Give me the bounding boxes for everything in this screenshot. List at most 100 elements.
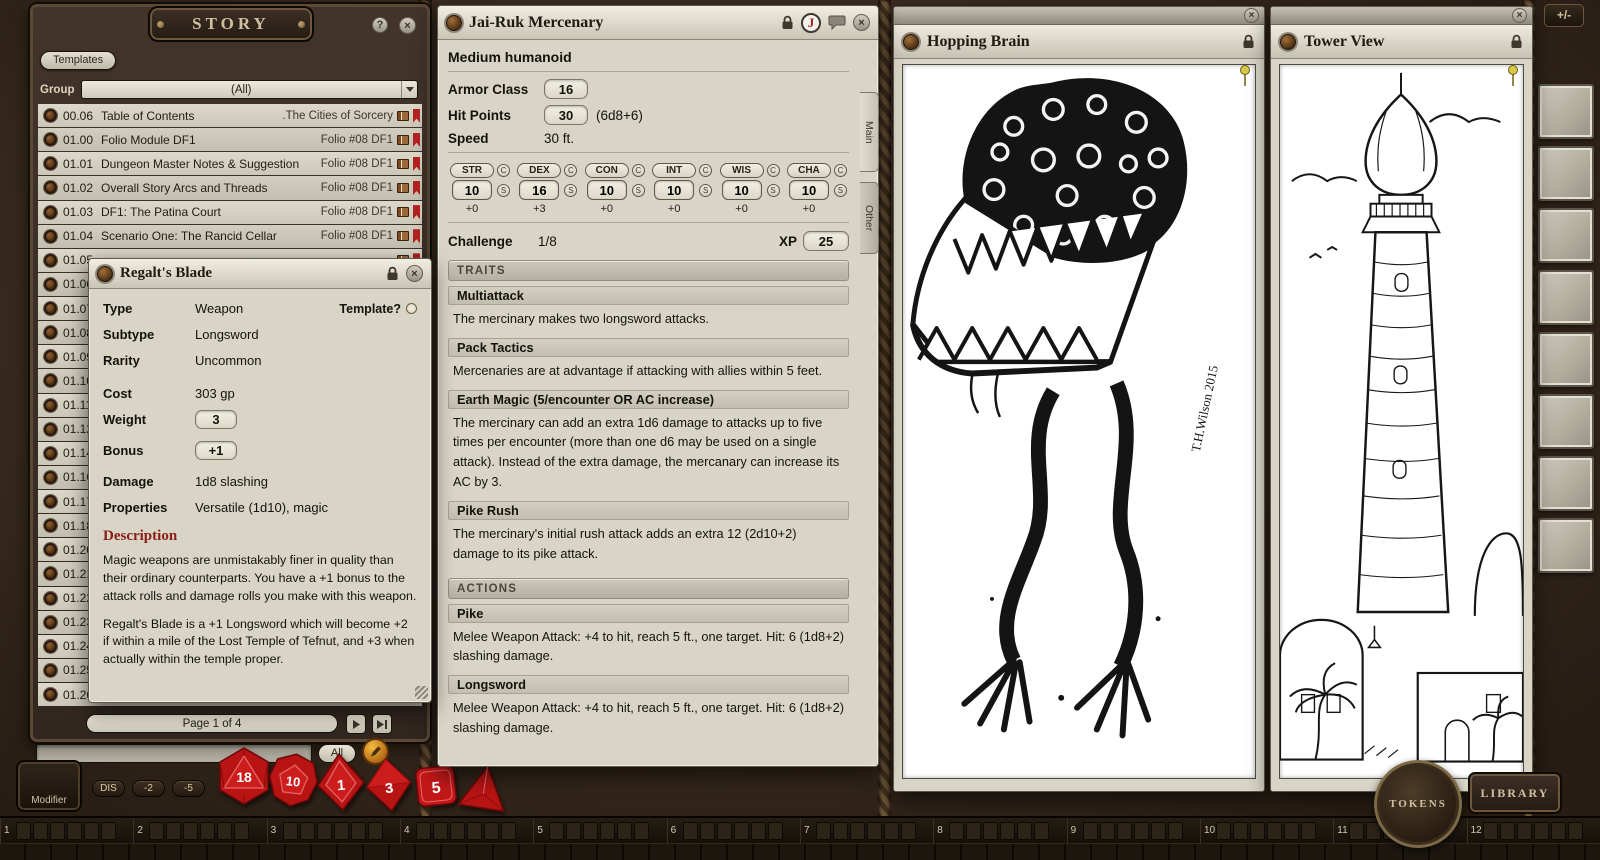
hotbar-slot[interactable]	[200, 822, 215, 840]
lock-icon[interactable]	[781, 15, 794, 30]
ability-score-box[interactable]: 10	[722, 180, 762, 200]
ability-save-button[interactable]: S	[834, 184, 847, 197]
item-titlebar[interactable]: Regalt's Blade ×	[89, 259, 431, 289]
hotbar-slot[interactable]	[217, 822, 232, 840]
hotbar-slot[interactable]	[1216, 822, 1231, 840]
hotbar-slot[interactable]	[317, 822, 332, 840]
library-button[interactable]: LIBRARY	[1468, 772, 1562, 814]
story-entry-row[interactable]: 01.02 Overall Story Arcs and Threads Fol…	[38, 176, 422, 199]
bonus-value[interactable]: +1	[195, 441, 237, 460]
hotbar-slot[interactable]	[234, 822, 249, 840]
lock-icon[interactable]	[1242, 34, 1255, 49]
hotbar-slot[interactable]	[1284, 822, 1299, 840]
ability-save-button[interactable]: S	[767, 184, 780, 197]
hotbar-slot[interactable]	[1151, 822, 1166, 840]
hotbar-slot[interactable]	[549, 822, 564, 840]
hotbar-slot[interactable]	[300, 822, 315, 840]
ability-score-box[interactable]: 10	[587, 180, 627, 200]
hotbar-slot[interactable]	[1017, 822, 1032, 840]
ability-check-button[interactable]: C	[497, 164, 510, 177]
ability-save-button[interactable]: S	[699, 184, 712, 197]
hotbar-slot[interactable]	[433, 822, 448, 840]
ability-check-button[interactable]: C	[767, 164, 780, 177]
hotbar-slot[interactable]	[484, 822, 499, 840]
hotbar-slot[interactable]	[1267, 822, 1282, 840]
modifier-box[interactable]: Modifier	[16, 760, 82, 812]
hotbar-slot[interactable]	[1534, 822, 1549, 840]
window-drag-bar[interactable]: ×	[1271, 7, 1532, 25]
ability-check-button[interactable]: C	[834, 164, 847, 177]
ability-save-button[interactable]: S	[564, 184, 577, 197]
ability-check-button[interactable]: C	[564, 164, 577, 177]
hotbar-slot[interactable]	[717, 822, 732, 840]
story-entry-row[interactable]: 00.06 Table of Contents .The Cities of S…	[38, 104, 422, 127]
stack-panel[interactable]	[1538, 146, 1594, 201]
hotbar-slot[interactable]	[734, 822, 749, 840]
hotbar-slot[interactable]	[283, 822, 298, 840]
hotbar-slot[interactable]	[1034, 822, 1049, 840]
close-icon[interactable]: ×	[853, 14, 870, 31]
minus5-button[interactable]: -5	[172, 780, 205, 797]
hotbar-slot[interactable]	[1568, 822, 1583, 840]
window-drag-bar[interactable]: ×	[894, 7, 1264, 25]
modifier-stack-button[interactable]: +/-	[1544, 4, 1584, 27]
image-titlebar[interactable]: Tower View	[1271, 25, 1532, 59]
stack-panel[interactable]	[1538, 270, 1594, 325]
stack-panel[interactable]	[1538, 518, 1594, 573]
hotbar-slot[interactable]	[566, 822, 581, 840]
lock-icon[interactable]	[386, 266, 399, 281]
story-entry-row[interactable]: 01.04 Scenario One: The Rancid Cellar Fo…	[38, 225, 422, 248]
hotbar-slot[interactable]	[700, 822, 715, 840]
d20-die[interactable]: 18	[217, 747, 271, 810]
template-radio[interactable]	[406, 303, 417, 314]
hotbar-slot[interactable]	[467, 822, 482, 840]
dis-button[interactable]: DIS	[92, 780, 125, 797]
ability-check-button[interactable]: C	[699, 164, 712, 177]
story-entry-row[interactable]: 01.00 Folio Module DF1 Folio #08 DF1	[38, 128, 422, 151]
hotbar-slot[interactable]	[966, 822, 981, 840]
hotbar-slot[interactable]	[816, 822, 831, 840]
npc-token[interactable]: J	[801, 13, 821, 33]
hotbar-slot[interactable]	[983, 822, 998, 840]
resize-grip[interactable]	[415, 686, 428, 699]
hotbar-slot[interactable]	[901, 822, 916, 840]
hotbar-slot[interactable]	[183, 822, 198, 840]
hotbar-slot[interactable]	[84, 822, 99, 840]
stack-panel[interactable]	[1538, 84, 1594, 139]
hotbar-slot[interactable]	[149, 822, 164, 840]
hotbar-slot[interactable]	[1233, 822, 1248, 840]
d12-die[interactable]: 10	[265, 750, 322, 815]
close-icon[interactable]: ×	[1244, 8, 1259, 23]
hotbar-slot[interactable]	[634, 822, 649, 840]
d10-die[interactable]: 1	[315, 751, 367, 817]
hotbar-slot[interactable]	[833, 822, 848, 840]
image-titlebar[interactable]: Hopping Brain	[894, 25, 1264, 59]
hotbar-slot[interactable]	[850, 822, 865, 840]
stack-panel[interactable]	[1538, 332, 1594, 387]
hotbar-slot[interactable]	[683, 822, 698, 840]
npc-tab[interactable]: Other	[860, 182, 879, 254]
npc-tab[interactable]: Main	[860, 92, 879, 172]
close-icon[interactable]: ×	[1512, 8, 1527, 23]
hotbar-slot[interactable]	[67, 822, 82, 840]
tokens-button[interactable]: TOKENS	[1374, 760, 1462, 848]
next-page-button[interactable]	[346, 714, 366, 734]
close-icon[interactable]: ×	[399, 17, 416, 34]
pushpin-icon[interactable]	[1507, 65, 1519, 87]
hotbar-slot[interactable]	[867, 822, 882, 840]
hotbar-slot[interactable]	[1100, 822, 1115, 840]
group-dropdown[interactable]: (All)	[81, 80, 419, 99]
chevron-down-icon[interactable]	[401, 81, 417, 98]
hotbar-slot[interactable]	[1483, 822, 1498, 840]
hotbar-slot[interactable]	[1301, 822, 1316, 840]
pushpin-icon[interactable]	[1239, 65, 1251, 87]
hotbar-slot[interactable]	[583, 822, 598, 840]
hotbar-slot[interactable]	[1349, 822, 1364, 840]
hotbar-slot[interactable]	[33, 822, 48, 840]
hotbar-slot[interactable]	[16, 822, 31, 840]
stack-panel[interactable]	[1538, 394, 1594, 449]
stack-panel[interactable]	[1538, 208, 1594, 263]
last-page-button[interactable]	[372, 714, 392, 734]
hotbar-slot[interactable]	[1000, 822, 1015, 840]
hotbar-slot[interactable]	[617, 822, 632, 840]
